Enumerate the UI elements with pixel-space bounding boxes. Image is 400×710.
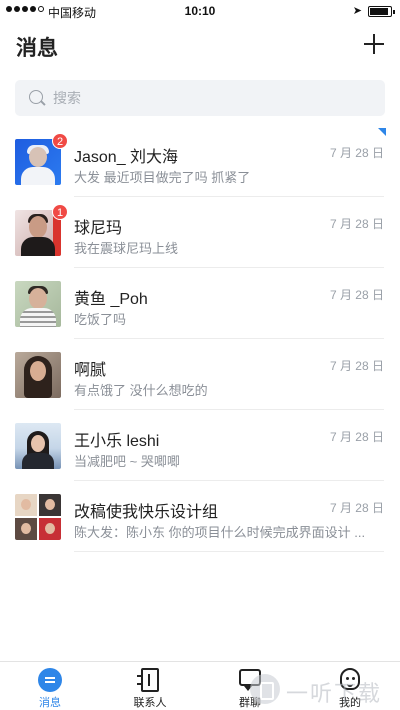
- conversation-name: 王小乐 leshi: [74, 433, 160, 450]
- divider: [74, 551, 384, 552]
- tab-bar: 消息 联系人 群聊 我的: [0, 661, 400, 710]
- conversation-date: 7 月 28 日: [329, 217, 384, 231]
- header: 消息: [0, 22, 400, 72]
- conversation-item[interactable]: 黄鱼 _Poh 吃饭了吗 7 月 28 日: [0, 268, 400, 339]
- unread-badge: 1: [52, 204, 68, 220]
- message-icon: [38, 668, 62, 692]
- tab-group-chat[interactable]: 群聊: [200, 662, 300, 710]
- conversation-preview: 陈大发：陈小东 你的项目什么时候完成界面设计 ...: [74, 525, 366, 540]
- conversation-name: Jason_ 刘大海: [74, 149, 179, 166]
- tab-label: 我的: [339, 697, 361, 709]
- conversation-preview: 大发 最近项目做完了吗 抓紧了: [74, 170, 251, 185]
- avatar: 1: [15, 204, 68, 256]
- tab-contacts[interactable]: 联系人: [100, 662, 200, 710]
- group-chat-icon: [239, 669, 261, 691]
- add-icon[interactable]: [362, 32, 386, 56]
- tab-profile[interactable]: 我的: [300, 662, 400, 710]
- conversation-name: 黄鱼 _Poh: [74, 291, 148, 308]
- group-avatar: [15, 494, 61, 540]
- page-title: 消息: [16, 37, 58, 60]
- location-arrow-icon: ➤: [352, 5, 362, 17]
- contacts-icon: [137, 668, 159, 692]
- conversation-name: 啊腻: [74, 362, 107, 379]
- conversation-date: 7 月 28 日: [329, 146, 384, 160]
- avatar: [15, 352, 61, 398]
- search-icon: [29, 90, 43, 104]
- status-time: 10:10: [184, 4, 216, 18]
- conversation-item[interactable]: 2 Jason_ 刘大海 大发 最近项目做完了吗 抓紧了 7 月 28 日: [0, 126, 400, 197]
- conversation-item[interactable]: 改稿使我快乐设计组 陈大发：陈小东 你的项目什么时候完成界面设计 ... 7 月…: [0, 481, 400, 552]
- avatar: [15, 423, 61, 469]
- tab-label: 联系人: [133, 697, 167, 709]
- conversation-item[interactable]: 王小乐 leshi 当减肥吧 ~ 哭唧唧 7 月 28 日: [0, 410, 400, 481]
- conversation-preview: 有点饿了 没什么想吃的: [74, 383, 208, 398]
- conversation-name: 改稿使我快乐设计组: [74, 504, 219, 521]
- conversation-date: 7 月 28 日: [329, 501, 384, 515]
- conversation-item[interactable]: 1 球尼玛 我在震球尼玛上线 7 月 28 日: [0, 197, 400, 268]
- profile-icon: [340, 668, 360, 690]
- conversation-item[interactable]: 啊腻 有点饿了 没什么想吃的 7 月 28 日: [0, 339, 400, 410]
- avatar: [15, 281, 61, 327]
- conversation-date: 7 月 28 日: [329, 359, 384, 373]
- pinned-indicator: [378, 128, 386, 136]
- conversation-date: 7 月 28 日: [329, 288, 384, 302]
- conversation-list: 2 Jason_ 刘大海 大发 最近项目做完了吗 抓紧了 7 月 28 日 1 …: [0, 126, 400, 552]
- avatar: 2: [15, 133, 68, 185]
- conversation-preview: 我在震球尼玛上线: [74, 241, 179, 256]
- status-bar: 中国移动 10:10 ➤: [0, 0, 400, 22]
- conversation-preview: 吃饭了吗: [74, 312, 127, 327]
- tab-messages[interactable]: 消息: [0, 662, 100, 710]
- conversation-name: 球尼玛: [74, 220, 123, 237]
- unread-badge: 2: [52, 133, 68, 149]
- search-bar[interactable]: [15, 80, 385, 116]
- tab-label: 消息: [39, 697, 61, 709]
- conversation-preview: 当减肥吧 ~ 哭唧唧: [74, 454, 180, 469]
- conversation-date: 7 月 28 日: [329, 430, 384, 444]
- battery-icon: [368, 6, 395, 17]
- search-input[interactable]: [53, 80, 373, 116]
- tab-label: 群聊: [239, 697, 261, 709]
